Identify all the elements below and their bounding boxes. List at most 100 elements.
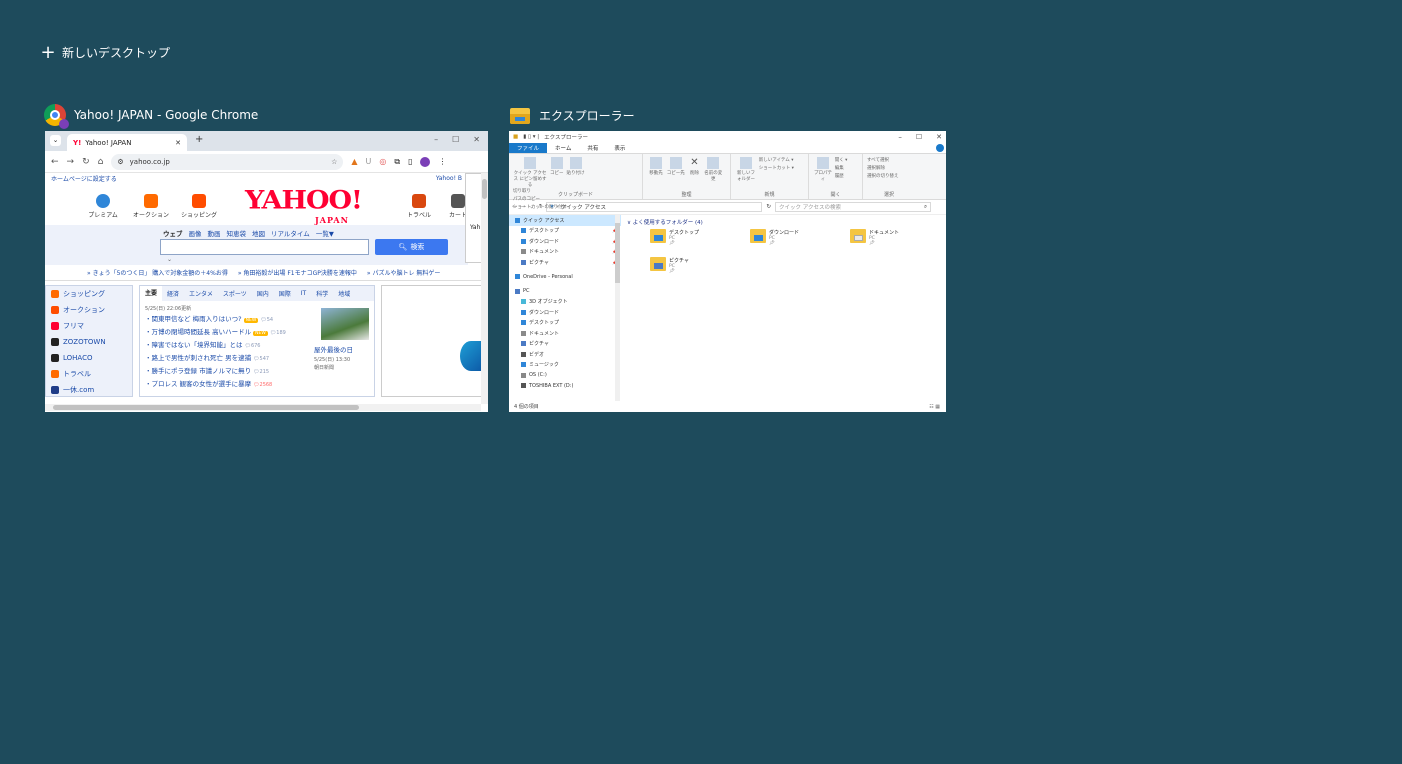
extension-g-icon[interactable]: ◎ [379,157,386,166]
ribbon-tab-share[interactable]: 共有 [579,143,606,153]
nav-scrollbar[interactable] [615,215,620,401]
search-tab-images[interactable]: 画像 [189,228,202,238]
forward-icon[interactable]: → [67,157,75,167]
ticker-item[interactable]: » パズルや脳トレ 無料ゲー [367,268,441,280]
horizontal-scrollbar[interactable] [45,404,481,411]
advertisement[interactable] [381,285,488,397]
chevron-down-icon[interactable]: ⌄ [167,256,172,263]
search-input[interactable]: クイック アクセスの検索 ⌕ [775,202,932,212]
nav-item[interactable]: デスクトップ📌 [509,226,621,237]
search-tab-video[interactable]: 動画 [208,228,221,238]
copy-to-button[interactable]: コピー先 [667,157,685,176]
maximize-icon[interactable]: ☐ [916,133,922,141]
nav-item[interactable]: TOSHIBA EXT (D:) [509,381,621,392]
news-tab-local[interactable]: 地域 [333,289,355,298]
easy-access-button[interactable]: ショートカット ▾ [759,165,794,173]
properties-button[interactable]: プロパティ [813,157,833,182]
ticker-item[interactable]: » きょう「5のつく日」 購入で対象金額の＋4%お得 [87,268,228,280]
folder-tile-downloads[interactable]: ダウンロード PC 📌︎ [750,229,799,246]
nav-item[interactable]: 3D オブジェクト [509,297,621,308]
new-tab-button[interactable]: + [195,134,203,145]
site-info-icon[interactable]: ⚙ [117,158,123,166]
bookmark-star-icon[interactable]: ☆ [331,158,337,166]
news-tab-entertainment[interactable]: エンタメ [184,289,218,298]
folder-tile-documents[interactable]: ドキュメント PC 📌︎ [850,229,899,246]
vertical-scrollbar[interactable] [481,173,488,404]
nav-item[interactable]: ダウンロード📌 [509,236,621,247]
news-tab-international[interactable]: 国際 [274,289,296,298]
search-tab-web[interactable]: ウェブ [163,228,183,238]
close-tab-icon[interactable]: ✕ [175,139,181,147]
nav-item[interactable]: ドキュメント [509,328,621,339]
pin-quick-access-button[interactable]: クイック アクセス にピン留めする [513,157,547,188]
nav-item[interactable]: OneDrive - Personal [509,272,621,283]
news-tab-domestic[interactable]: 国内 [252,289,274,298]
rename-button[interactable]: 名前の変更 [704,157,722,182]
home-icon[interactable]: ⌂ [98,157,104,167]
sidebar-item-zozotown[interactable]: ZOZOTOWN [46,334,132,350]
nav-item[interactable]: ミュージック [509,360,621,371]
new-item-button[interactable]: 新しいアイテム ▾ [759,157,794,165]
frequent-folders-header[interactable]: ∨ よく使用するフォルダー (4) [623,215,946,229]
news-photo-caption[interactable]: 屋外最後の日 [314,344,369,354]
yahoo-search-input[interactable] [160,239,369,255]
menu-icon[interactable]: ⋮ [438,157,446,166]
sidebar-item-shopping[interactable]: ショッピング [46,286,132,302]
window-label-explorer[interactable]: エクスプローラー [509,104,635,126]
nav-item[interactable]: ダウンロード [509,307,621,318]
paste-button[interactable]: 貼り付け [567,157,585,176]
news-photo[interactable] [321,308,369,340]
ribbon-tab-home[interactable]: ホーム [547,143,579,153]
close-window-icon[interactable]: ✕ [473,135,480,144]
service-shopping[interactable]: ショッピング [175,194,223,219]
sidebar-icon[interactable]: ▯ [408,157,412,166]
nav-item[interactable]: クイック アクセス [509,215,621,226]
new-desktop-button[interactable]: + 新しいデスクトップ [40,43,170,61]
yahoo-search-button[interactable]: 🔍︎ 検索 [375,239,448,255]
search-tab-map[interactable]: 地図 [252,228,265,238]
folder-tile-pictures[interactable]: ピクチャ PC 📌︎ [650,257,689,274]
close-window-icon[interactable]: ✕ [936,133,942,141]
nav-item[interactable]: ビデオ [509,349,621,360]
move-to-button[interactable]: 移動先 [647,157,665,176]
address-bar[interactable]: ★ › クイック アクセス [546,202,763,212]
news-tab-it[interactable]: IT [296,290,311,297]
select-none-button[interactable]: 選択解除 [867,165,911,173]
minimize-icon[interactable]: – [898,133,902,141]
set-homepage-link[interactable]: ホームページに設定する [51,174,117,183]
service-premium[interactable]: プレミアム [79,194,127,219]
nav-item[interactable]: デスクトップ [509,318,621,329]
sidebar-item-ikyu[interactable]: 一休.com [46,382,132,398]
yahoo-logo[interactable]: YAHOO! [245,186,363,215]
nav-item[interactable]: OS (C:) [509,370,621,381]
service-auction[interactable]: オークション [127,194,175,219]
chrome-window-thumbnail[interactable]: ⌄ Y! Yahoo! JAPAN ✕ + – ☐ ✕ ← → ↻ ⌂ ⚙ ya… [45,131,488,412]
ribbon-tab-view[interactable]: 表示 [606,143,633,153]
minimize-icon[interactable]: – [434,135,438,144]
nav-item[interactable]: PC [509,286,621,297]
search-tab-chiebukuro[interactable]: 知恵袋 [227,228,247,238]
new-folder-button[interactable]: 新しいフォルダー [735,157,757,182]
search-tab-realtime[interactable]: リアルタイム [271,228,310,238]
news-tab-economy[interactable]: 経済 [162,289,184,298]
delete-button[interactable]: ✕ 削除 [687,157,703,176]
paste-shortcut-button[interactable]: ショートカットの貼り付け [513,204,567,212]
edit-button[interactable]: 編集 [835,165,848,173]
nav-item[interactable]: ピクチャ📌 [509,257,621,268]
reload-icon[interactable]: ↻ [82,157,90,167]
news-item[interactable]: ・プロレス 観客の女性が選手に暴摩 💬︎2568 [140,378,374,391]
copy-button[interactable]: コピー [549,157,565,176]
nav-item[interactable]: ピクチャ [509,339,621,350]
refresh-icon[interactable]: ↻ [766,204,771,210]
sidebar-item-lohaco[interactable]: LOHACO [46,350,132,366]
service-travel[interactable]: トラベル [395,194,443,219]
news-tab-science[interactable]: 科学 [311,289,333,298]
sidebar-item-auction[interactable]: オークション [46,302,132,318]
extension-u-icon[interactable]: U [366,157,372,166]
sidebar-item-flea[interactable]: フリマ [46,318,132,334]
news-tab-main[interactable]: 主要 [140,286,163,301]
explorer-window-thumbnail[interactable]: ■ ▮ ▯ ▾ | エクスプローラー – ☐ ✕ ファイル ホーム 共有 表示 … [509,131,946,412]
extensions-icon[interactable]: ⧉ [394,157,400,167]
search-tab-list[interactable]: 一覧▼ [316,228,334,238]
history-button[interactable]: 履歴 [835,173,848,181]
